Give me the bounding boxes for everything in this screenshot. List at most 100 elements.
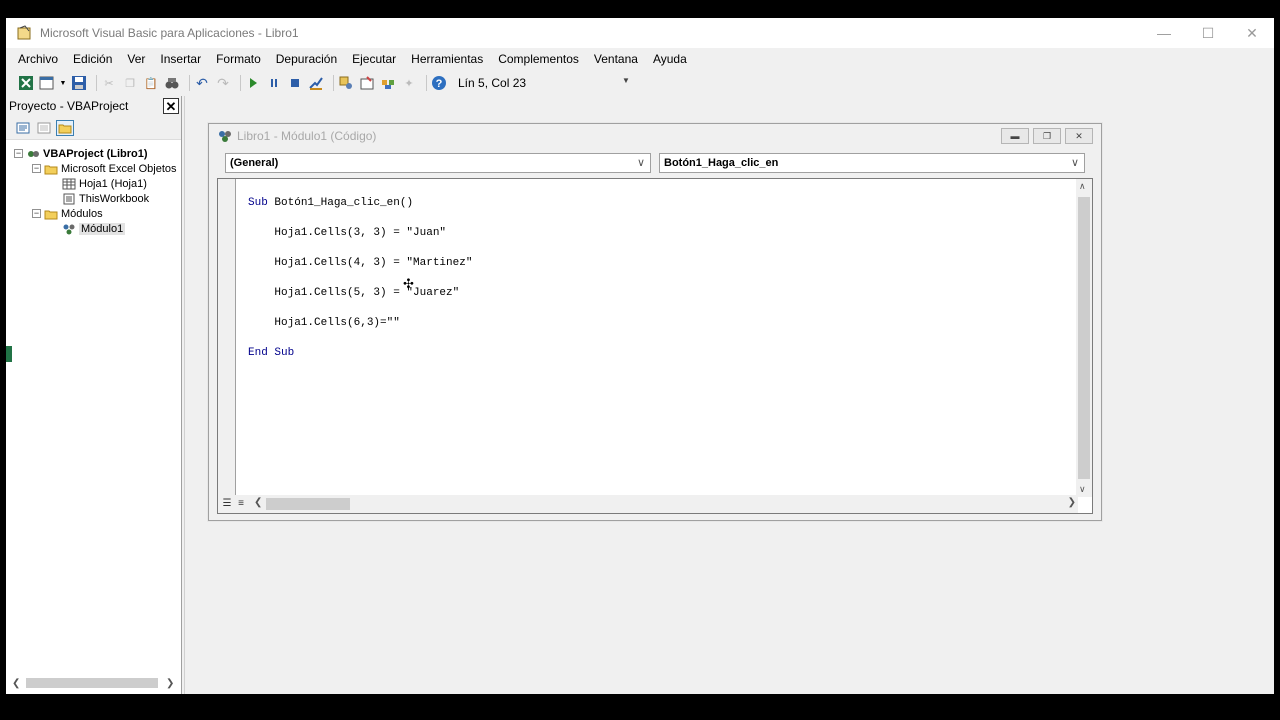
worksheet-icon [62, 178, 76, 190]
tree-node-modules[interactable]: − Módulos [6, 206, 181, 221]
code-text[interactable]: Sub Botón1_Haga_clic_en() Hoja1.Cells(3,… [248, 181, 472, 391]
menu-depuracion[interactable]: Depuración [276, 52, 337, 66]
chevron-down-icon[interactable]: ∨ [1071, 156, 1079, 169]
collapse-icon[interactable]: − [32, 209, 41, 218]
close-pane-button[interactable]: ✕ [163, 98, 179, 114]
project-horizontal-scrollbar[interactable]: ❮ ❯ [10, 676, 176, 690]
menu-archivo[interactable]: Archivo [18, 52, 58, 66]
tree-node-sheet1[interactable]: Hoja1 (Hoja1) [6, 176, 181, 191]
tree-node-module1[interactable]: Módulo1 [6, 221, 181, 236]
menu-herramientas[interactable]: Herramientas [411, 52, 483, 66]
menu-complementos[interactable]: Complementos [498, 52, 579, 66]
close-button[interactable]: ✕ [1230, 18, 1274, 48]
design-mode-icon[interactable] [308, 75, 324, 91]
scroll-up-icon[interactable]: ∧ [1079, 181, 1086, 192]
code-line-3: Hoja1.Cells(4, 3) = "Martinez" [248, 257, 473, 269]
code-vertical-scrollbar[interactable]: ∧ ∨ [1076, 179, 1092, 497]
procedure-combobox-value: Botón1_Haga_clic_en [664, 157, 779, 169]
scroll-down-icon[interactable]: ∨ [1079, 484, 1086, 495]
tree-label-vbaproject: VBAProject (Libro1) [43, 147, 148, 160]
code-restore-button[interactable]: ❐ [1033, 128, 1061, 144]
code-line-4: Hoja1.Cells(5, 3) = "Juarez" [248, 287, 460, 299]
scrollbar-thumb[interactable] [26, 678, 158, 688]
menu-ejecutar[interactable]: Ejecutar [352, 52, 396, 66]
project-explorer-icon[interactable] [338, 75, 354, 91]
svg-text:?: ? [436, 78, 443, 90]
tree-label-thisworkbook: ThisWorkbook [79, 192, 150, 205]
code-line-6: End Sub [248, 346, 472, 361]
workbook-icon [62, 193, 76, 205]
keyword-end-sub: End Sub [248, 347, 295, 359]
window-controls: — ☐ ✕ [1142, 18, 1274, 48]
object-browser-icon[interactable] [380, 75, 396, 91]
move-cursor-icon: ✣ [403, 276, 414, 291]
insert-userform-icon[interactable] [39, 75, 55, 91]
run-icon[interactable] [245, 75, 261, 91]
menu-formato[interactable]: Formato [216, 52, 261, 66]
toolbar-separator [189, 75, 190, 91]
full-module-view-icon[interactable]: ≡ [234, 497, 248, 509]
toggle-folders-icon[interactable] [56, 119, 74, 136]
properties-window-icon[interactable] [359, 75, 375, 91]
code-close-button[interactable]: ✕ [1065, 128, 1093, 144]
help-icon[interactable]: ? [431, 75, 447, 91]
code-horizontal-scrollbar[interactable]: ☰ ≡ ❮ ❯ [218, 495, 1078, 513]
code-minimize-button[interactable]: ▬ [1001, 128, 1029, 144]
redo-icon[interactable]: ↷ [215, 75, 231, 91]
indicator-margin[interactable] [218, 179, 236, 495]
cursor-position: Lín 5, Col 23 [458, 76, 527, 90]
chevron-down-icon[interactable]: ∨ [637, 156, 645, 169]
scrollbar-thumb[interactable] [266, 498, 350, 510]
minimize-button[interactable]: — [1142, 18, 1186, 48]
save-icon[interactable] [71, 75, 87, 91]
scroll-left-icon[interactable]: ❮ [12, 678, 20, 689]
toolbar-separator [240, 75, 241, 91]
paste-icon[interactable]: 📋 [143, 75, 159, 91]
maximize-button[interactable]: ☐ [1186, 18, 1230, 48]
scroll-left-icon[interactable]: ❮ [254, 497, 262, 508]
view-code-icon[interactable] [14, 120, 32, 136]
view-toggle-group: ☰ ≡ [220, 497, 248, 509]
code-editor[interactable]: Sub Botón1_Haga_clic_en() Hoja1.Cells(3,… [217, 178, 1093, 514]
module-icon [62, 223, 76, 235]
undo-icon[interactable]: ↶ [194, 75, 210, 91]
pause-icon[interactable] [266, 75, 282, 91]
tree-node-excel-objects[interactable]: − Microsoft Excel Objetos [6, 161, 181, 176]
keyword-sub: Sub [248, 197, 268, 209]
project-tree: − VBAProject (Libro1) − Microsoft Excel … [6, 140, 181, 236]
reset-icon[interactable] [287, 75, 303, 91]
vbaproject-icon [26, 148, 40, 160]
object-combobox[interactable]: (General) ∨ [225, 153, 651, 173]
scroll-right-icon[interactable]: ❯ [1068, 497, 1076, 508]
tree-node-vbaproject[interactable]: − VBAProject (Libro1) [6, 146, 181, 161]
window-title: Microsoft Visual Basic para Aplicaciones… [40, 26, 299, 40]
code-line-5: Hoja1.Cells(6,3)="" [248, 317, 400, 329]
collapse-icon[interactable]: − [32, 164, 41, 173]
procedure-combobox[interactable]: Botón1_Haga_clic_en ∨ [659, 153, 1085, 173]
scrollbar-thumb[interactable] [1078, 197, 1090, 479]
menu-edicion[interactable]: Edición [73, 52, 112, 66]
tree-label-modules: Módulos [61, 207, 103, 220]
dropdown-arrow-icon[interactable]: ▼ [60, 75, 67, 91]
toolbar-grip-icon[interactable]: ▼ [622, 76, 630, 90]
menu-ventana[interactable]: Ventana [594, 52, 638, 66]
tree-node-thisworkbook[interactable]: ThisWorkbook [6, 191, 181, 206]
menu-ver[interactable]: Ver [127, 52, 145, 66]
collapse-icon[interactable]: − [14, 149, 23, 158]
folder-icon [44, 163, 58, 175]
cut-icon[interactable]: ✂ [101, 75, 117, 91]
project-explorer: Proyecto - VBAProject ✕ − VBAProject (Li… [6, 96, 182, 694]
find-icon[interactable] [164, 75, 180, 91]
toolbox-icon[interactable]: ✦ [401, 75, 417, 91]
vba-editor-window: Microsoft Visual Basic para Aplicaciones… [6, 18, 1274, 694]
scroll-right-icon[interactable]: ❯ [166, 678, 174, 689]
excel-view-icon[interactable] [18, 75, 34, 91]
code-line-1-rest: Botón1_Haga_clic_en() [274, 197, 414, 209]
menu-ayuda[interactable]: Ayuda [653, 52, 687, 66]
copy-icon[interactable]: ❐ [122, 75, 138, 91]
procedure-view-icon[interactable]: ☰ [220, 497, 234, 509]
view-object-icon[interactable] [35, 120, 53, 136]
menu-insertar[interactable]: Insertar [160, 52, 201, 66]
project-explorer-header: Proyecto - VBAProject ✕ [6, 96, 181, 116]
code-window-titlebar: Libro1 - Módulo1 (Código) [209, 124, 1101, 148]
